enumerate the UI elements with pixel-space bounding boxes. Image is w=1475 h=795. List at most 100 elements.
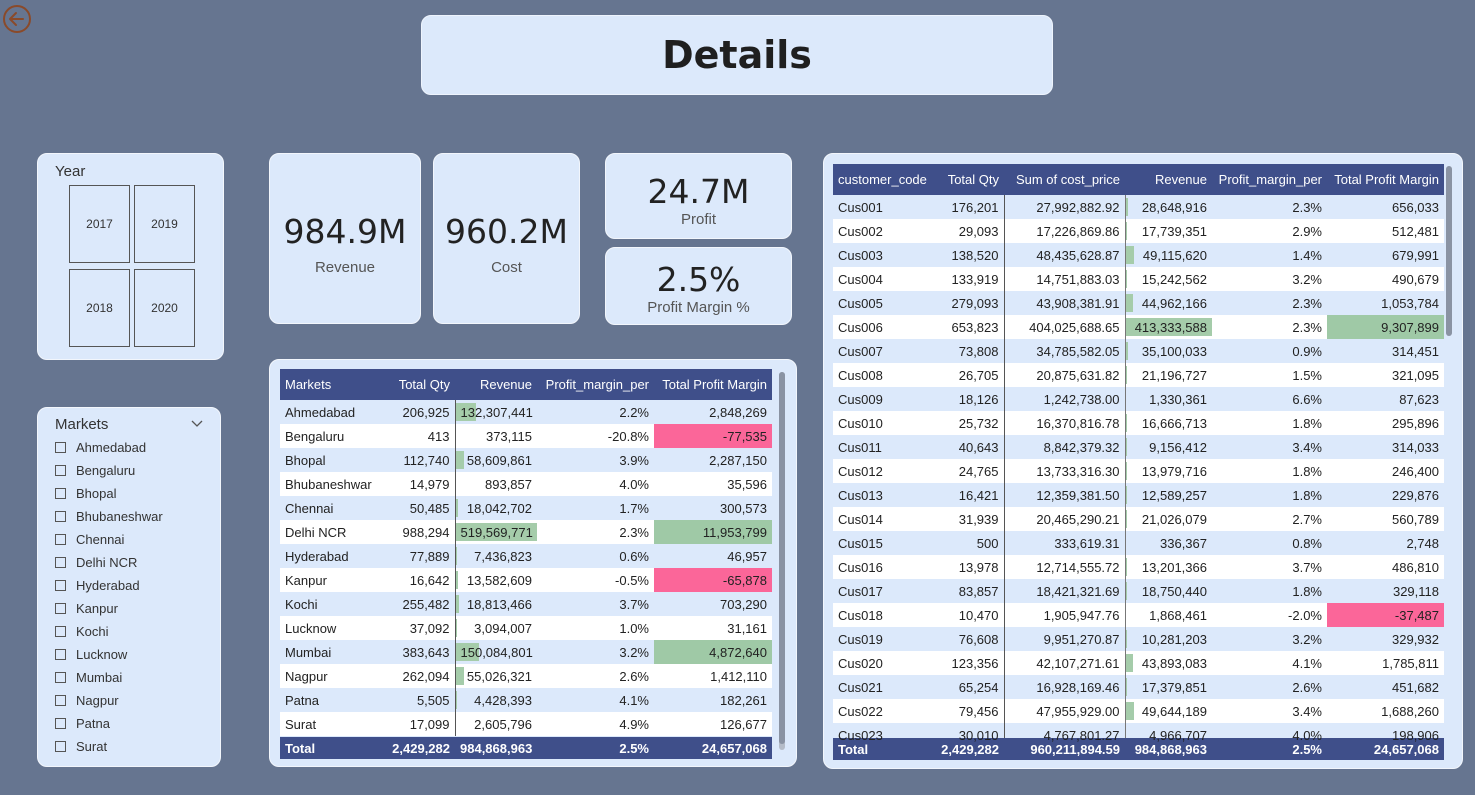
profit-label: Profit — [680, 211, 716, 228]
table-row[interactable]: Cus007 73,808 34,785,582.05 35,100,033 0.9% 3… — [833, 339, 1444, 363]
cell-value: 1,785,811 — [1382, 655, 1439, 671]
column-header[interactable]: Sum of cost_price — [1004, 164, 1125, 195]
table-row[interactable]: Cus014 31,939 20,465,290.21 21,026,079 2.7% 5… — [833, 507, 1444, 531]
cell-value: 1,868,461 — [1149, 607, 1207, 623]
market-option[interactable]: Kanpur — [55, 598, 118, 618]
table-row[interactable]: Nagpur 262,094 55,026,321 2.6% 1,412,110 — [280, 664, 772, 688]
checkbox[interactable] — [55, 579, 66, 591]
market-option[interactable]: Hyderabad — [55, 575, 140, 595]
table-row[interactable]: Surat 17,099 2,605,796 4.9% 126,677 — [280, 712, 772, 736]
checkbox[interactable] — [55, 671, 66, 683]
column-header[interactable]: Revenue — [1125, 164, 1212, 195]
year-option-2019[interactable]: 2019 — [134, 185, 195, 263]
table-row[interactable]: Chennai 50,485 18,042,702 1.7% 300,573 — [280, 496, 772, 520]
revenue-data-bar — [1126, 486, 1127, 504]
market-option[interactable]: Surat — [55, 736, 107, 756]
column-header[interactable]: Profit_margin_per — [537, 369, 654, 400]
table-row[interactable]: Cus006 653,823 404,025,688.65 413,333,588 2.… — [833, 315, 1444, 339]
checkbox[interactable] — [55, 533, 66, 545]
table-row[interactable]: Cus011 40,643 8,842,379.32 9,156,412 3.4% 314… — [833, 435, 1444, 459]
table-row[interactable]: Cus021 65,254 16,928,169.46 17,379,851 2.6% 4… — [833, 675, 1444, 699]
table-row[interactable]: Cus012 24,765 13,733,316.30 13,979,716 1.8% 2… — [833, 459, 1444, 483]
cell-value: 18,126 — [958, 391, 999, 407]
checkbox[interactable] — [55, 556, 66, 568]
table-row[interactable]: Cus008 26,705 20,875,631.82 21,196,727 1.5% 3… — [833, 363, 1444, 387]
market-option[interactable]: Bengaluru — [55, 460, 135, 480]
checkbox[interactable] — [55, 464, 66, 476]
table-cell: 1,242,738.00 — [1004, 387, 1125, 411]
table-row[interactable]: Cus001 176,201 27,992,882.92 28,648,916 2.3%… — [833, 195, 1444, 219]
table-row[interactable]: Lucknow 37,092 3,094,007 1.0% 31,161 — [280, 616, 772, 640]
table-row[interactable]: Mumbai 383,643 150,084,801 3.2% 4,872,640 — [280, 640, 772, 664]
table-row[interactable]: Kanpur 16,642 13,582,609 -0.5% -65,878 — [280, 568, 772, 592]
market-option[interactable]: Kochi — [55, 621, 109, 641]
table-cell: 0.8% — [1212, 531, 1327, 555]
checkbox[interactable] — [55, 441, 66, 453]
customer-table-scrollbar-thumb[interactable] — [1446, 166, 1452, 336]
cell-value: 126,677 — [720, 716, 767, 732]
market-option[interactable]: Mumbai — [55, 667, 122, 687]
table-row[interactable]: Cus015 500 333,619.31 336,367 0.8% 2,748 — [833, 531, 1444, 555]
table-row[interactable]: Ahmedabad 206,925 132,307,441 2.2% 2,848,269 — [280, 400, 772, 424]
cell-value: Cus012 — [838, 463, 883, 479]
table-row[interactable]: Cus002 29,093 17,226,869.86 17,739,351 2.9% 5… — [833, 219, 1444, 243]
table-row[interactable]: Kochi 255,482 18,813,466 3.7% 703,290 — [280, 592, 772, 616]
market-option[interactable]: Lucknow — [55, 644, 127, 664]
chevron-down-icon[interactable] — [190, 416, 204, 430]
table-row[interactable]: Patna 5,505 4,428,393 4.1% 182,261 — [280, 688, 772, 712]
back-arrow-icon[interactable] — [2, 4, 32, 34]
table-row[interactable]: Cus022 79,456 47,955,929.00 49,644,189 3.4% 1… — [833, 699, 1444, 723]
table-row[interactable]: Bhopal 112,740 58,609,861 3.9% 2,287,150 — [280, 448, 772, 472]
column-header[interactable]: customer_code — [833, 164, 932, 195]
cell-value: 10,281,203 — [1141, 631, 1207, 647]
table-row[interactable]: Cus020 123,356 42,107,271.61 43,893,083 4.1%… — [833, 651, 1444, 675]
table-row[interactable]: Cus013 16,421 12,359,381.50 12,589,257 1.8% 2… — [833, 483, 1444, 507]
checkbox[interactable] — [55, 602, 66, 614]
year-option-2017[interactable]: 2017 — [69, 185, 130, 263]
cell-value: 14,979 — [409, 476, 450, 492]
cell-value: 27,992,882.92 — [1036, 199, 1120, 215]
checkbox[interactable] — [55, 740, 66, 752]
column-header[interactable]: Total Qty — [377, 369, 455, 400]
table-row[interactable]: Cus017 83,857 18,421,321.69 18,750,440 1.8% 3… — [833, 579, 1444, 603]
year-option-2020[interactable]: 2020 — [134, 269, 195, 347]
cell-value: Cus014 — [838, 511, 883, 527]
market-option[interactable]: Nagpur — [55, 690, 119, 710]
market-option[interactable]: Delhi NCR — [55, 552, 137, 572]
table-cell: 20,875,631.82 — [1004, 363, 1125, 387]
cell-value: 1.8% — [1292, 463, 1322, 479]
table-row[interactable]: Cus009 18,126 1,242,738.00 1,330,361 6.6% 87,… — [833, 387, 1444, 411]
table-row[interactable]: Bengaluru 413 373,115 -20.8% -77,535 — [280, 424, 772, 448]
market-option[interactable]: Bhubaneshwar — [55, 506, 163, 526]
column-header[interactable]: Total Profit Margin — [654, 369, 772, 400]
market-option[interactable]: Patna — [55, 713, 110, 733]
checkbox[interactable] — [55, 487, 66, 499]
table-row[interactable]: Delhi NCR 988,294 519,569,771 2.3% 11,953,79… — [280, 520, 772, 544]
market-option[interactable]: Bhopal — [55, 483, 116, 503]
market-option[interactable]: Chennai — [55, 529, 124, 549]
year-option-2018[interactable]: 2018 — [69, 269, 130, 347]
table-cell: Cus011 — [833, 435, 932, 459]
table-row[interactable]: Cus005 279,093 43,908,381.91 44,962,166 2.3%… — [833, 291, 1444, 315]
column-header[interactable]: Total Qty — [932, 164, 1004, 195]
table-row[interactable]: Cus016 13,978 12,714,555.72 13,201,366 3.7% 4… — [833, 555, 1444, 579]
revenue-data-bar — [456, 595, 459, 613]
checkbox[interactable] — [55, 717, 66, 729]
table-row[interactable]: Cus010 25,732 16,370,816.78 16,666,713 1.8% 2… — [833, 411, 1444, 435]
table-row[interactable]: Cus004 133,919 14,751,883.03 15,242,562 3.2%… — [833, 267, 1444, 291]
checkbox[interactable] — [55, 510, 66, 522]
column-header[interactable]: Profit_margin_per — [1212, 164, 1327, 195]
markets-table-scrollbar-thumb[interactable] — [779, 372, 785, 744]
table-row[interactable]: Cus018 10,470 1,905,947.76 1,868,461 -2.0% -3… — [833, 603, 1444, 627]
table-row[interactable]: Cus019 76,608 9,951,270.87 10,281,203 3.2% 32… — [833, 627, 1444, 651]
checkbox[interactable] — [55, 625, 66, 637]
checkbox[interactable] — [55, 648, 66, 660]
market-option[interactable]: Ahmedabad — [55, 437, 146, 457]
column-header[interactable]: Total Profit Margin — [1327, 164, 1444, 195]
table-row[interactable]: Bhubaneshwar 14,979 893,857 4.0% 35,596 — [280, 472, 772, 496]
column-header[interactable]: Revenue — [455, 369, 537, 400]
table-row[interactable]: Cus003 138,520 48,435,628.87 49,115,620 1.4%… — [833, 243, 1444, 267]
column-header[interactable]: Markets — [280, 369, 377, 400]
checkbox[interactable] — [55, 694, 66, 706]
table-row[interactable]: Hyderabad 77,889 7,436,823 0.6% 46,957 — [280, 544, 772, 568]
